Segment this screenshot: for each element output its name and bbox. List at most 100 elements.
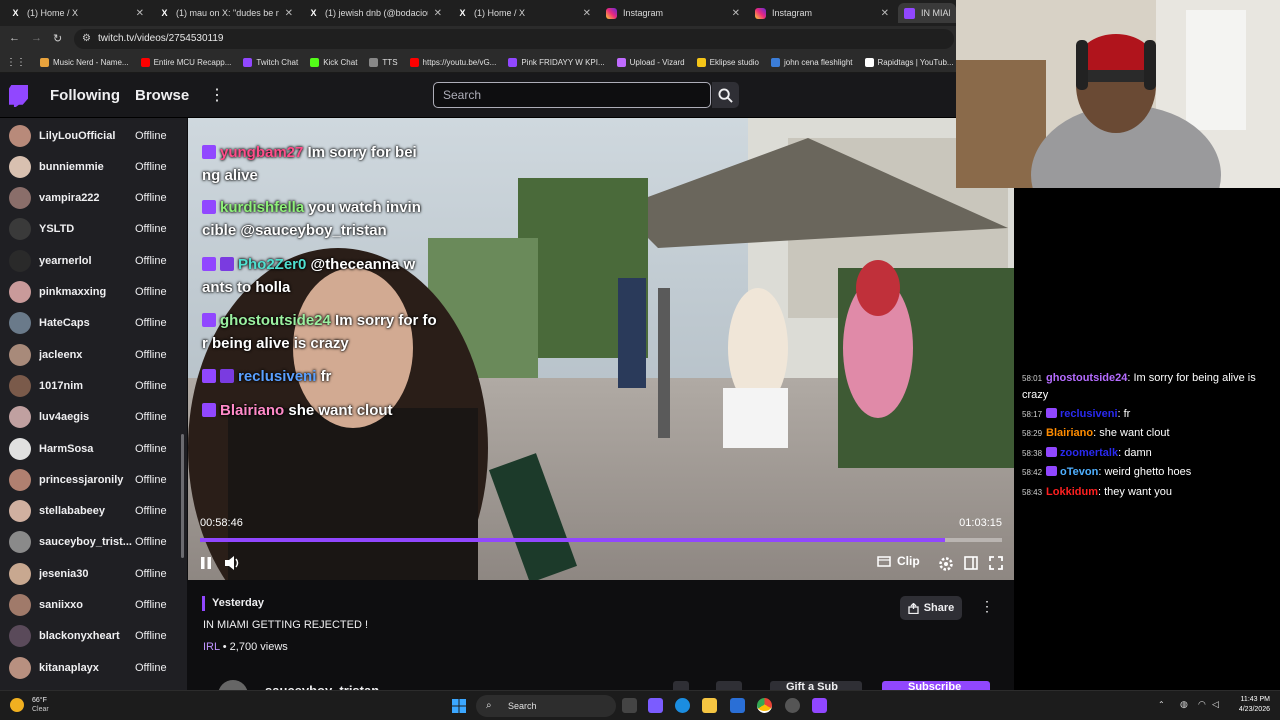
sidebar-channel[interactable]: HarmSosa Offline: [0, 433, 180, 464]
pause-icon[interactable]: [200, 556, 212, 570]
bookmark-item[interactable]: Music Nerd - Name...: [40, 57, 129, 67]
system-clock[interactable]: 11:43 PM 4/23/2026: [1224, 695, 1270, 715]
sidebar-channel[interactable]: 1017nim Offline: [0, 370, 180, 401]
edge-icon[interactable]: [675, 698, 690, 713]
chat-username[interactable]: ghostoutside24: [1046, 372, 1127, 384]
chat-username[interactable]: reclusiveni: [1060, 408, 1117, 420]
obs-icon[interactable]: [785, 698, 800, 713]
twitch-logo-icon[interactable]: [9, 85, 28, 107]
bookmark-item[interactable]: Eklipse studio: [696, 57, 759, 67]
chat-username[interactable]: Blairiano: [1046, 427, 1093, 439]
channel-name: blackonyxheart: [39, 630, 120, 643]
sidebar-channel[interactable]: princessjaronily Offline: [0, 464, 180, 495]
chat-username[interactable]: oTevon: [1060, 466, 1098, 478]
browser-tab-5[interactable]: Instagram ✕: [600, 3, 746, 23]
back-icon[interactable]: ←: [9, 32, 20, 44]
x-icon: X: [459, 8, 466, 18]
close-tab-icon[interactable]: ✕: [583, 8, 591, 19]
apps-icon[interactable]: ⋮⋮: [6, 57, 26, 68]
browse-link[interactable]: Browse: [135, 87, 189, 104]
bookmark-item[interactable]: john cena fleshlight: [771, 57, 853, 67]
volume-icon[interactable]: [224, 555, 240, 571]
weather-widget[interactable]: 66°F Clear: [10, 696, 49, 714]
close-tab-icon[interactable]: ✕: [285, 8, 293, 19]
sidebar-channel[interactable]: stellababeey Offline: [0, 496, 180, 527]
chat-username[interactable]: zoomertalk: [1060, 447, 1118, 459]
bookmark-favicon-icon: [310, 57, 320, 67]
more-menu-icon[interactable]: ⋮: [209, 85, 225, 105]
seek-bar[interactable]: [200, 538, 1002, 542]
fullscreen-icon[interactable]: [989, 556, 1003, 570]
bookmark-item[interactable]: Rapidtags | YouTub...: [864, 57, 954, 67]
sidebar-channel[interactable]: jacleenx Offline: [0, 339, 180, 370]
subscribe-button[interactable]: Subscribe: [882, 681, 990, 690]
browser-tab-2[interactable]: X (1) mau on X: "dudes be name ✕: [153, 3, 299, 23]
taskbar-search[interactable]: ⌕ Search: [476, 695, 616, 717]
sidebar-channel[interactable]: HateCaps Offline: [0, 308, 180, 339]
volume-tray-icon[interactable]: ◁: [1212, 699, 1219, 710]
discord-icon[interactable]: [812, 698, 827, 713]
browser-tab-6[interactable]: Instagram ✕: [749, 3, 895, 23]
bookmark-item[interactable]: Twitch Chat: [243, 57, 298, 67]
address-bar[interactable]: ⚙ twitch.tv/videos/2754530119: [74, 29, 954, 49]
bookmark-item[interactable]: Entire MCU Recapp...: [140, 57, 231, 67]
forward-icon[interactable]: →: [31, 32, 42, 44]
wifi-icon[interactable]: ◠: [1198, 699, 1206, 710]
bookmark-item[interactable]: TTS: [369, 57, 398, 67]
sidebar-channel[interactable]: blackonyxheart Offline: [0, 621, 180, 652]
chat-username[interactable]: Lokkidum: [1046, 486, 1098, 498]
sidebar-channel[interactable]: pinkmaxxing Offline: [0, 277, 180, 308]
file-explorer-icon[interactable]: [702, 698, 717, 713]
share-button[interactable]: Share: [900, 596, 962, 620]
channel-avatar[interactable]: [218, 680, 248, 690]
settings-gear-icon[interactable]: [938, 556, 954, 572]
browser-tab-1[interactable]: X (1) Home / X ✕: [4, 3, 150, 23]
chrome-icon[interactable]: [757, 698, 772, 713]
bookmark-item[interactable]: https://youtu.be/vG...: [409, 57, 496, 67]
close-tab-icon[interactable]: ✕: [732, 8, 740, 19]
notification-bell-icon[interactable]: [716, 681, 742, 690]
sidebar-channel[interactable]: vampira222 Offline: [0, 183, 180, 214]
bookmark-favicon-icon: [864, 57, 874, 67]
copilot-icon[interactable]: [648, 698, 663, 713]
sidebar-channel[interactable]: kitanaplayx Offline: [0, 652, 180, 683]
video-player[interactable]: yungbam27 Im sorry for bei ng alive kurdis…: [188, 118, 1014, 580]
bookmark-item[interactable]: Upload - Vizard: [616, 57, 685, 67]
sidebar-channel[interactable]: LilyLouOfficial Offline: [0, 120, 180, 151]
theatre-mode-icon[interactable]: [964, 556, 978, 570]
network-icon[interactable]: ◍: [1180, 699, 1188, 710]
browser-tab-4[interactable]: X (1) Home / X ✕: [451, 3, 597, 23]
heart-icon[interactable]: [673, 681, 689, 690]
sidebar-channel[interactable]: bunniemmie Offline: [0, 151, 180, 182]
sidebar-scrollbar[interactable]: [181, 434, 184, 558]
bookmark-favicon-icon: [771, 57, 780, 67]
clip-button[interactable]: Clip: [877, 554, 920, 568]
sidebar-channel[interactable]: luv4aegis Offline: [0, 402, 180, 433]
search-input[interactable]: Search: [433, 82, 711, 108]
close-tab-icon[interactable]: ✕: [881, 8, 889, 19]
following-link[interactable]: Following: [50, 87, 120, 104]
tray-chevron-icon[interactable]: ⌃: [1158, 700, 1165, 709]
channel-name[interactable]: sauceyboy_tristan: [265, 683, 379, 690]
twitch-icon: [904, 7, 915, 19]
sidebar-channel[interactable]: jesenia30 Offline: [0, 558, 180, 589]
sidebar-channel[interactable]: yearnerlol Offline: [0, 245, 180, 276]
sidebar-channel[interactable]: saniixxo Offline: [0, 590, 180, 621]
more-options-icon[interactable]: ⋮: [980, 598, 994, 615]
category-link[interactable]: IRL: [203, 641, 220, 653]
search-button[interactable]: [712, 82, 739, 108]
sidebar-channel[interactable]: sauceyboy_trist... Offline: [0, 527, 180, 558]
store-icon[interactable]: [730, 698, 745, 713]
bookmark-item[interactable]: Pink FRIDAYY W KPI...: [508, 57, 605, 67]
reload-icon[interactable]: ↻: [53, 32, 62, 45]
windows-start-icon[interactable]: [452, 699, 466, 713]
site-info-icon[interactable]: ⚙: [82, 29, 91, 49]
close-tab-icon[interactable]: ✕: [434, 8, 442, 19]
sidebar-channel[interactable]: YSLTD Offline: [0, 214, 180, 245]
browser-tab-3[interactable]: X (1) jewish dnb (@bodaciou ✕: [302, 3, 448, 23]
browser-tab-active[interactable]: IN MIAMI G: [898, 3, 956, 23]
bookmark-item[interactable]: Kick Chat: [310, 57, 357, 67]
gift-sub-button[interactable]: Gift a Sub: [770, 681, 862, 690]
task-view-icon[interactable]: [622, 698, 637, 713]
close-tab-icon[interactable]: ✕: [136, 8, 144, 19]
